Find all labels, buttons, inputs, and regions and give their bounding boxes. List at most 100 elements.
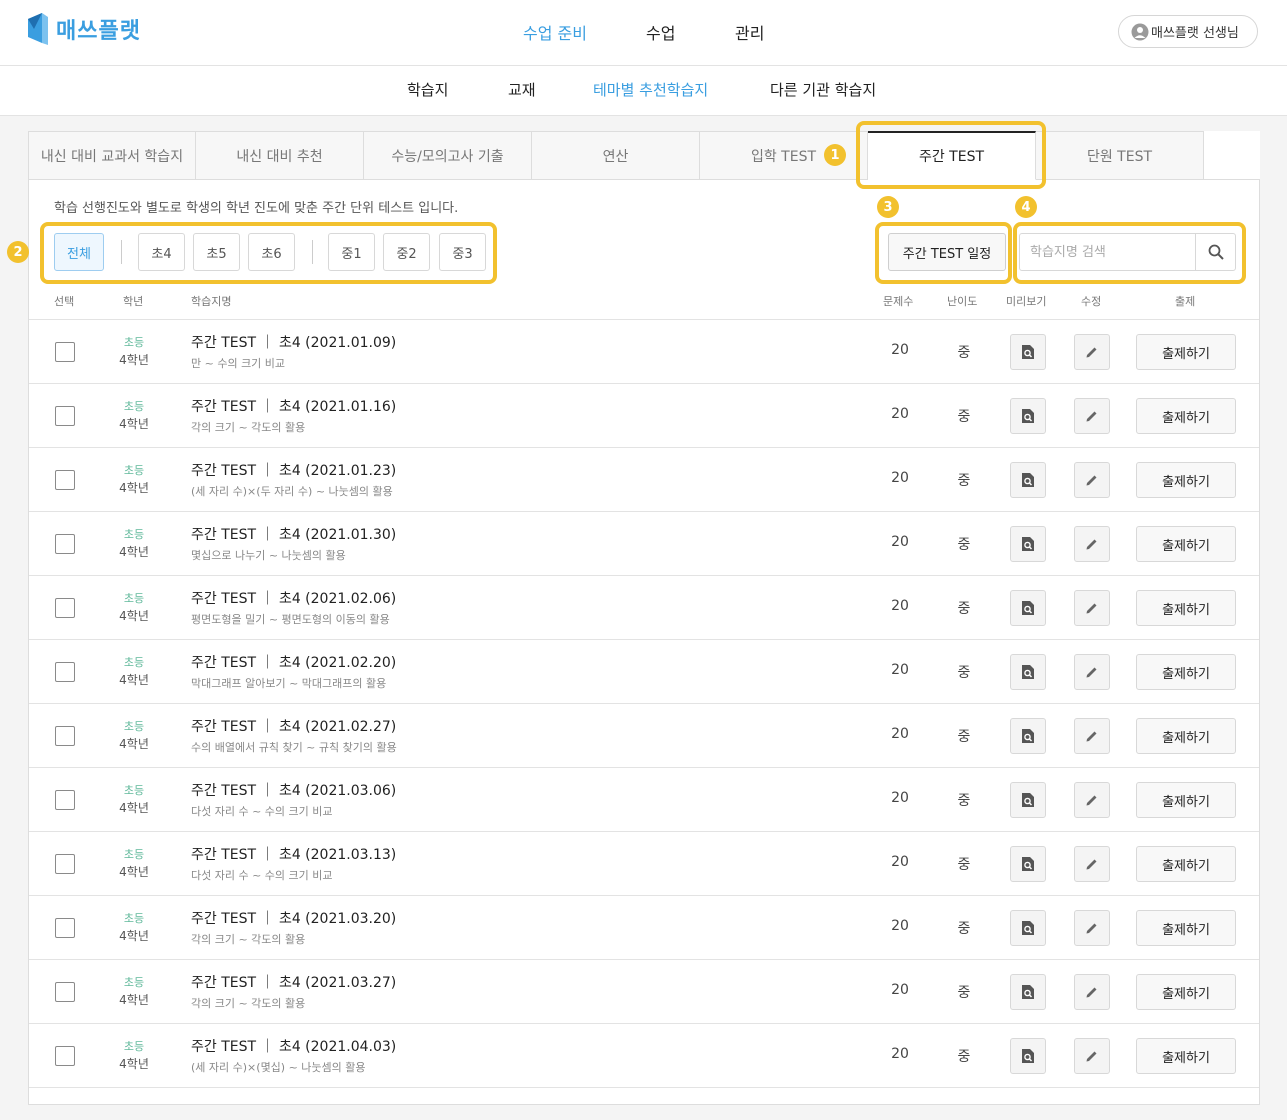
edit-button[interactable] xyxy=(1074,910,1110,946)
issue-button[interactable]: 출제하기 xyxy=(1136,590,1236,626)
nav-class-prep[interactable]: 수업 준비 xyxy=(523,20,587,44)
preview-button[interactable] xyxy=(1010,398,1046,434)
row-title: 주간 TEST ｜ 초4 (2021.04.03) xyxy=(191,1039,397,1055)
row-checkbox[interactable] xyxy=(55,918,75,938)
edit-button[interactable] xyxy=(1074,782,1110,818)
highlight-box-1 xyxy=(856,121,1046,189)
user-menu-button[interactable]: 매쓰플랫 선생님 xyxy=(1118,15,1258,48)
edit-button[interactable] xyxy=(1074,334,1110,370)
nav-manage[interactable]: 관리 xyxy=(735,20,764,44)
row-checkbox[interactable] xyxy=(55,982,75,1002)
row-subtitle: 몇십으로 나누기 ~ 나눗셈의 활용 xyxy=(191,549,346,562)
row-question-count: 20 xyxy=(891,598,909,614)
row-subtitle: (세 자리 수)×(몇십) ~ 나눗셈의 활용 xyxy=(191,1061,366,1074)
row-checkbox[interactable] xyxy=(55,598,75,618)
preview-icon xyxy=(1022,473,1034,487)
table-row: 초등 4학년 주간 TEST ｜ 초4 (2021.01.16) 각의 크기 ~ 각도… xyxy=(29,384,1259,448)
category-tabs: 내신 대비 교과서 학습지 내신 대비 추천 수능/모의고사 기출 연산 입학 … xyxy=(28,131,1260,180)
column-header-issue: 출제 xyxy=(1175,295,1196,308)
edit-button[interactable] xyxy=(1074,526,1110,562)
row-difficulty: 중 xyxy=(957,729,971,745)
tab-arithmetic[interactable]: 연산 xyxy=(532,131,700,180)
row-difficulty: 중 xyxy=(957,921,971,937)
preview-icon xyxy=(1022,665,1034,679)
table-row: 초등 4학년 주간 TEST ｜ 초4 (2021.01.30) 몇십으로 나누기 ~… xyxy=(29,512,1259,576)
row-title: 주간 TEST ｜ 초4 (2021.02.20) xyxy=(191,655,397,671)
pencil-icon xyxy=(1086,539,1097,550)
issue-button[interactable]: 출제하기 xyxy=(1136,846,1236,882)
preview-button[interactable] xyxy=(1010,462,1046,498)
issue-button[interactable]: 출제하기 xyxy=(1136,526,1236,562)
subnav-theme-worksheet[interactable]: 테마별 추천학습지 xyxy=(593,79,708,100)
row-school-level: 초등 xyxy=(123,336,145,349)
row-school-level: 초등 xyxy=(123,976,145,989)
tab-unit-test[interactable]: 단원 TEST xyxy=(1036,131,1204,180)
tab-school-textbook[interactable]: 내신 대비 교과서 학습지 xyxy=(28,131,196,180)
preview-button[interactable] xyxy=(1010,846,1046,882)
row-grade: 4학년 xyxy=(119,865,149,879)
row-checkbox[interactable] xyxy=(55,854,75,874)
preview-button[interactable] xyxy=(1010,654,1046,690)
row-question-count: 20 xyxy=(891,790,909,806)
issue-button[interactable]: 출제하기 xyxy=(1136,654,1236,690)
row-title: 주간 TEST ｜ 초4 (2021.01.30) xyxy=(191,527,397,543)
pencil-icon xyxy=(1086,731,1097,742)
row-school-level: 초등 xyxy=(123,400,145,413)
edit-button[interactable] xyxy=(1074,590,1110,626)
preview-icon xyxy=(1022,1049,1034,1063)
row-subtitle: 만 ~ 수의 크기 비교 xyxy=(191,357,286,370)
row-grade: 4학년 xyxy=(119,801,149,815)
row-checkbox[interactable] xyxy=(55,406,75,426)
preview-button[interactable] xyxy=(1010,910,1046,946)
issue-button[interactable]: 출제하기 xyxy=(1136,334,1236,370)
issue-button[interactable]: 출제하기 xyxy=(1136,910,1236,946)
edit-button[interactable] xyxy=(1074,718,1110,754)
issue-button[interactable]: 출제하기 xyxy=(1136,462,1236,498)
row-question-count: 20 xyxy=(891,406,909,422)
preview-button[interactable] xyxy=(1010,1038,1046,1074)
preview-button[interactable] xyxy=(1010,974,1046,1010)
tab-school-recommend[interactable]: 내신 대비 추천 xyxy=(196,131,364,180)
page-description: 학습 선행진도와 별도로 학생의 학년 진도에 맞춘 주간 단위 테스트 입니다… xyxy=(54,201,459,216)
row-checkbox[interactable] xyxy=(55,790,75,810)
row-grade: 4학년 xyxy=(119,1057,149,1071)
row-checkbox[interactable] xyxy=(55,470,75,490)
edit-button[interactable] xyxy=(1074,1038,1110,1074)
row-grade: 4학년 xyxy=(119,417,149,431)
row-checkbox[interactable] xyxy=(55,726,75,746)
main-nav: 수업 준비 수업 관리 xyxy=(0,20,1287,44)
tab-csat-mock[interactable]: 수능/모의고사 기출 xyxy=(364,131,532,180)
row-difficulty: 중 xyxy=(957,345,971,361)
edit-button[interactable] xyxy=(1074,398,1110,434)
row-checkbox[interactable] xyxy=(55,1046,75,1066)
table-row: 초등 4학년 주간 TEST ｜ 초4 (2021.01.09) 만 ~ 수의 크기 … xyxy=(29,320,1259,384)
row-checkbox[interactable] xyxy=(55,342,75,362)
issue-button[interactable]: 출제하기 xyxy=(1136,1038,1236,1074)
issue-button[interactable]: 출제하기 xyxy=(1136,974,1236,1010)
row-subtitle: 막대그래프 알아보기 ~ 막대그래프의 활용 xyxy=(191,677,387,690)
edit-button[interactable] xyxy=(1074,654,1110,690)
preview-button[interactable] xyxy=(1010,782,1046,818)
subnav-textbook[interactable]: 교재 xyxy=(508,79,536,100)
subnav-worksheet[interactable]: 학습지 xyxy=(407,79,448,100)
pencil-icon xyxy=(1086,347,1097,358)
edit-button[interactable] xyxy=(1074,846,1110,882)
row-checkbox[interactable] xyxy=(55,534,75,554)
issue-button[interactable]: 출제하기 xyxy=(1136,718,1236,754)
preview-button[interactable] xyxy=(1010,590,1046,626)
row-checkbox[interactable] xyxy=(55,662,75,682)
row-difficulty: 중 xyxy=(957,665,971,681)
preview-button[interactable] xyxy=(1010,334,1046,370)
preview-button[interactable] xyxy=(1010,526,1046,562)
edit-button[interactable] xyxy=(1074,974,1110,1010)
row-school-level: 초등 xyxy=(123,656,145,669)
issue-button[interactable]: 출제하기 xyxy=(1136,398,1236,434)
preview-button[interactable] xyxy=(1010,718,1046,754)
subnav-other-institution[interactable]: 다른 기관 학습지 xyxy=(770,79,876,100)
nav-class[interactable]: 수업 xyxy=(646,20,675,44)
annotation-badge-1: 1 xyxy=(824,144,846,166)
edit-button[interactable] xyxy=(1074,462,1110,498)
issue-button[interactable]: 출제하기 xyxy=(1136,782,1236,818)
pencil-icon xyxy=(1086,987,1097,998)
row-grade: 4학년 xyxy=(119,545,149,559)
